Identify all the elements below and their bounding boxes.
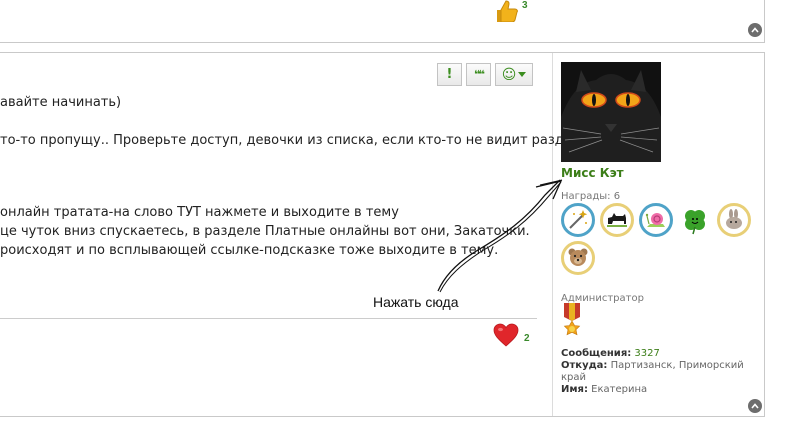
post-like-count: 2 [524, 332, 530, 344]
author-info: Сообщения: 3327 Откуда: Партизанск, Прим… [561, 348, 761, 396]
thumbs-up-icon[interactable] [491, 0, 519, 22]
post-text-line: онлайн тратата-на слово ТУТ нажмете и вы… [0, 205, 399, 220]
post-text-line: це чуток вниз спускаетесь, в разделе Пла… [0, 224, 530, 239]
avatar[interactable] [561, 62, 661, 162]
admin-medal-icon [561, 303, 583, 343]
report-label: ! [446, 67, 453, 82]
post-divider [0, 318, 537, 319]
heart-icon[interactable] [493, 323, 519, 347]
post-action-buttons: ! ❝❝ ☺ [437, 63, 533, 86]
chevron-up-icon [751, 403, 759, 409]
award-snail-icon[interactable] [639, 203, 673, 237]
award-scottie-dog-icon[interactable] [600, 203, 634, 237]
scroll-top-button[interactable] [748, 23, 762, 37]
award-clover-icon[interactable] [678, 203, 712, 237]
location-row: Откуда: Партизанск, Приморский [561, 360, 761, 372]
previous-post-like-count: 3 [522, 0, 528, 11]
react-button[interactable]: ☺ [495, 63, 533, 86]
post-body: ! ❝❝ ☺ авайте начинать) то-то пропущу.. … [0, 53, 584, 416]
smiley-icon: ☺ [501, 66, 517, 83]
post-like[interactable]: 2 [493, 323, 530, 347]
scroll-top-button[interactable] [748, 399, 762, 413]
quote-button[interactable]: ❝❝ [466, 63, 491, 86]
post-text-line: роисходят и по всплывающей ссылке-подска… [0, 243, 499, 258]
post-text-line: авайте начинать) [0, 95, 122, 110]
messages-label: Сообщения: [561, 348, 632, 359]
award-magic-wand-icon[interactable] [561, 203, 595, 237]
location-row-cont: край [561, 372, 761, 384]
location-label: Откуда: [561, 360, 608, 371]
previous-post-like[interactable]: 3 [491, 0, 528, 22]
chevron-down-icon [518, 72, 527, 77]
username-link[interactable]: Мисс Кэт [561, 166, 624, 180]
report-button[interactable]: ! [437, 63, 462, 86]
location-value-cont: край [561, 372, 587, 383]
post-text-line: то-то пропущу.. Проверьте доступ, девочк… [0, 133, 585, 148]
location-value: Партизанск, Приморский [610, 360, 744, 371]
name-value: Екатерина [591, 384, 648, 395]
award-rabbit-icon[interactable] [717, 203, 751, 237]
name-row: Имя: Екатерина [561, 384, 761, 396]
messages-count-link[interactable]: 3327 [634, 348, 659, 359]
messages-row: Сообщения: 3327 [561, 348, 761, 360]
black-cat-avatar-image [561, 62, 661, 162]
annotation-note: Нажать сюда [373, 294, 459, 310]
chevron-up-icon [751, 27, 759, 33]
forum-post: ! ❝❝ ☺ авайте начинать) то-то пропущу.. … [0, 52, 765, 417]
name-label: Имя: [561, 384, 588, 395]
quote-icon: ❝❝ [474, 68, 485, 81]
awards-label: Награды: 6 [561, 191, 621, 202]
award-teddy-bear-icon[interactable] [561, 241, 595, 275]
previous-post: 3 [0, 0, 765, 43]
